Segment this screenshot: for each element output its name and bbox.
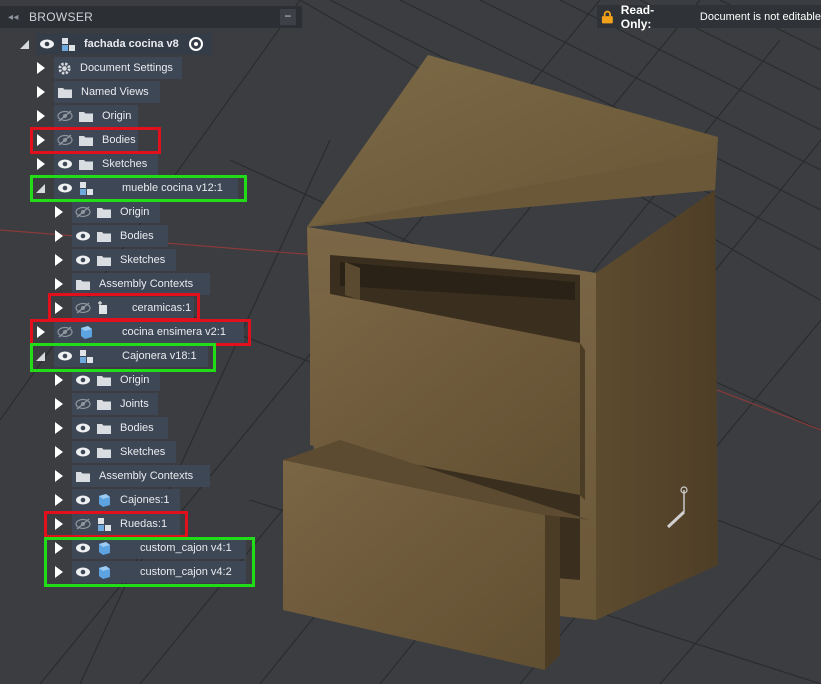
mueble-bodies-label: Bodies	[120, 230, 154, 242]
eye-icon[interactable]	[57, 180, 73, 196]
cajonera-label: Cajonera v18:1	[122, 350, 197, 362]
root-label: fachada cocina v8	[84, 38, 179, 50]
collapsed-triangle-icon[interactable]	[54, 397, 64, 411]
eye-hidden-icon[interactable]	[57, 324, 73, 340]
component-icon	[60, 36, 76, 52]
folder-icon	[78, 132, 94, 148]
collapsed-triangle-icon[interactable]	[36, 157, 46, 171]
collapsed-triangle-icon[interactable]	[54, 421, 64, 435]
expanded-triangle-icon[interactable]	[36, 181, 46, 195]
named-views-label: Named Views	[81, 86, 149, 98]
collapsed-triangle-icon[interactable]	[36, 61, 46, 75]
document-settings-label: Document Settings	[80, 62, 173, 74]
eye-icon[interactable]	[57, 348, 73, 364]
folder-icon	[96, 252, 112, 268]
eye-icon[interactable]	[75, 252, 91, 268]
eye-hidden-icon[interactable]	[75, 516, 91, 532]
eye-hidden-icon[interactable]	[57, 108, 73, 124]
collapsed-triangle-icon[interactable]	[54, 541, 64, 555]
cajonera-origin-label: Origin	[120, 374, 150, 386]
collapsed-triangle-icon[interactable]	[36, 109, 46, 123]
read-only-banner: Read-Only: Document is not editable	[597, 2, 821, 31]
folder-icon	[96, 444, 112, 460]
eye-hidden-icon[interactable]	[75, 300, 91, 316]
collapsed-triangle-icon[interactable]	[54, 493, 64, 507]
bodies-label: Bodies	[102, 134, 136, 146]
collapsed-triangle-icon[interactable]	[36, 133, 46, 147]
folder-icon	[96, 228, 112, 244]
collapsed-triangle-icon[interactable]	[54, 205, 64, 219]
collapsed-triangle-icon[interactable]	[54, 517, 64, 531]
folder-icon	[78, 156, 94, 172]
eye-icon[interactable]	[75, 564, 91, 580]
eye-icon[interactable]	[39, 36, 55, 52]
read-only-label: Read-Only:	[620, 2, 655, 31]
mueble-cocina-label: mueble cocina v12:1	[122, 182, 223, 194]
expanded-triangle-icon[interactable]	[36, 349, 46, 363]
folder-icon	[75, 276, 91, 292]
folder-icon	[78, 108, 94, 124]
collapsed-triangle-icon[interactable]	[54, 373, 64, 387]
cajonera-bodies-label: Bodies	[120, 422, 154, 434]
component-icon	[78, 180, 94, 196]
ruedas-label: Ruedas:1	[120, 518, 168, 530]
lock-icon	[601, 10, 613, 23]
eye-icon[interactable]	[75, 228, 91, 244]
collapsed-triangle-icon[interactable]	[54, 253, 64, 267]
component-icon	[96, 516, 112, 532]
collapsed-triangle-icon[interactable]	[54, 565, 64, 579]
collapsed-triangle-icon[interactable]	[54, 229, 64, 243]
minimize-button[interactable]: −	[280, 9, 296, 25]
component-link-icon	[96, 300, 112, 316]
sketches-label: Sketches	[102, 158, 148, 170]
expanded-triangle-icon[interactable]	[20, 37, 30, 51]
collapsed-triangle-icon[interactable]	[36, 325, 46, 339]
body-cube-icon	[96, 540, 112, 556]
eye-hidden-icon[interactable]	[75, 396, 91, 412]
custom-cajon-2-label: custom_cajon v4:2	[140, 566, 232, 578]
folder-icon	[96, 396, 112, 412]
eye-hidden-icon[interactable]	[57, 132, 73, 148]
folder-icon	[75, 468, 91, 484]
component-icon	[78, 348, 94, 364]
mueble-origin-label: Origin	[120, 206, 150, 218]
collapsed-triangle-icon[interactable]	[36, 85, 46, 99]
collapsed-triangle-icon[interactable]	[54, 301, 64, 315]
cajonera-sketches-label: Sketches	[120, 446, 166, 458]
mueble-assembly-contexts-label: Assembly Contexts	[99, 278, 194, 290]
read-only-message: Document is not editable	[699, 10, 821, 23]
eye-icon[interactable]	[75, 540, 91, 556]
eye-hidden-icon[interactable]	[75, 204, 91, 220]
custom-cajon-1-label: custom_cajon v4:1	[140, 542, 232, 554]
origin-label: Origin	[102, 110, 132, 122]
eye-icon[interactable]	[75, 444, 91, 460]
body-cube-icon	[78, 324, 94, 340]
eye-icon[interactable]	[75, 372, 91, 388]
folder-icon	[96, 204, 112, 220]
eye-icon[interactable]	[57, 156, 73, 172]
folder-icon	[96, 372, 112, 388]
folder-icon	[57, 84, 73, 100]
collapsed-triangle-icon[interactable]	[54, 277, 64, 291]
ceramicas-label: ceramicas:1	[132, 302, 192, 314]
cajonera-assembly-contexts-label: Assembly Contexts	[99, 470, 194, 482]
eye-icon[interactable]	[75, 420, 91, 436]
collapsed-triangle-icon[interactable]	[54, 469, 64, 483]
gear-icon	[57, 60, 72, 76]
cajonera-joints-label: Joints	[120, 398, 149, 410]
mueble-sketches-label: Sketches	[120, 254, 166, 266]
body-cube-icon	[96, 492, 112, 508]
folder-icon	[96, 420, 112, 436]
browser-title: BROWSER	[29, 10, 94, 24]
body-cube-icon	[96, 564, 112, 580]
browser-panel-header: ◂◂ BROWSER −	[0, 6, 302, 28]
cajones-label: Cajones:1	[120, 494, 170, 506]
activate-target-icon[interactable]	[188, 37, 203, 51]
collapsed-triangle-icon[interactable]	[54, 445, 64, 459]
eye-icon[interactable]	[75, 492, 91, 508]
cocina-ensimera-label: cocina ensimera v2:1	[122, 326, 226, 338]
collapse-panel-icon[interactable]: ◂◂	[8, 12, 20, 23]
